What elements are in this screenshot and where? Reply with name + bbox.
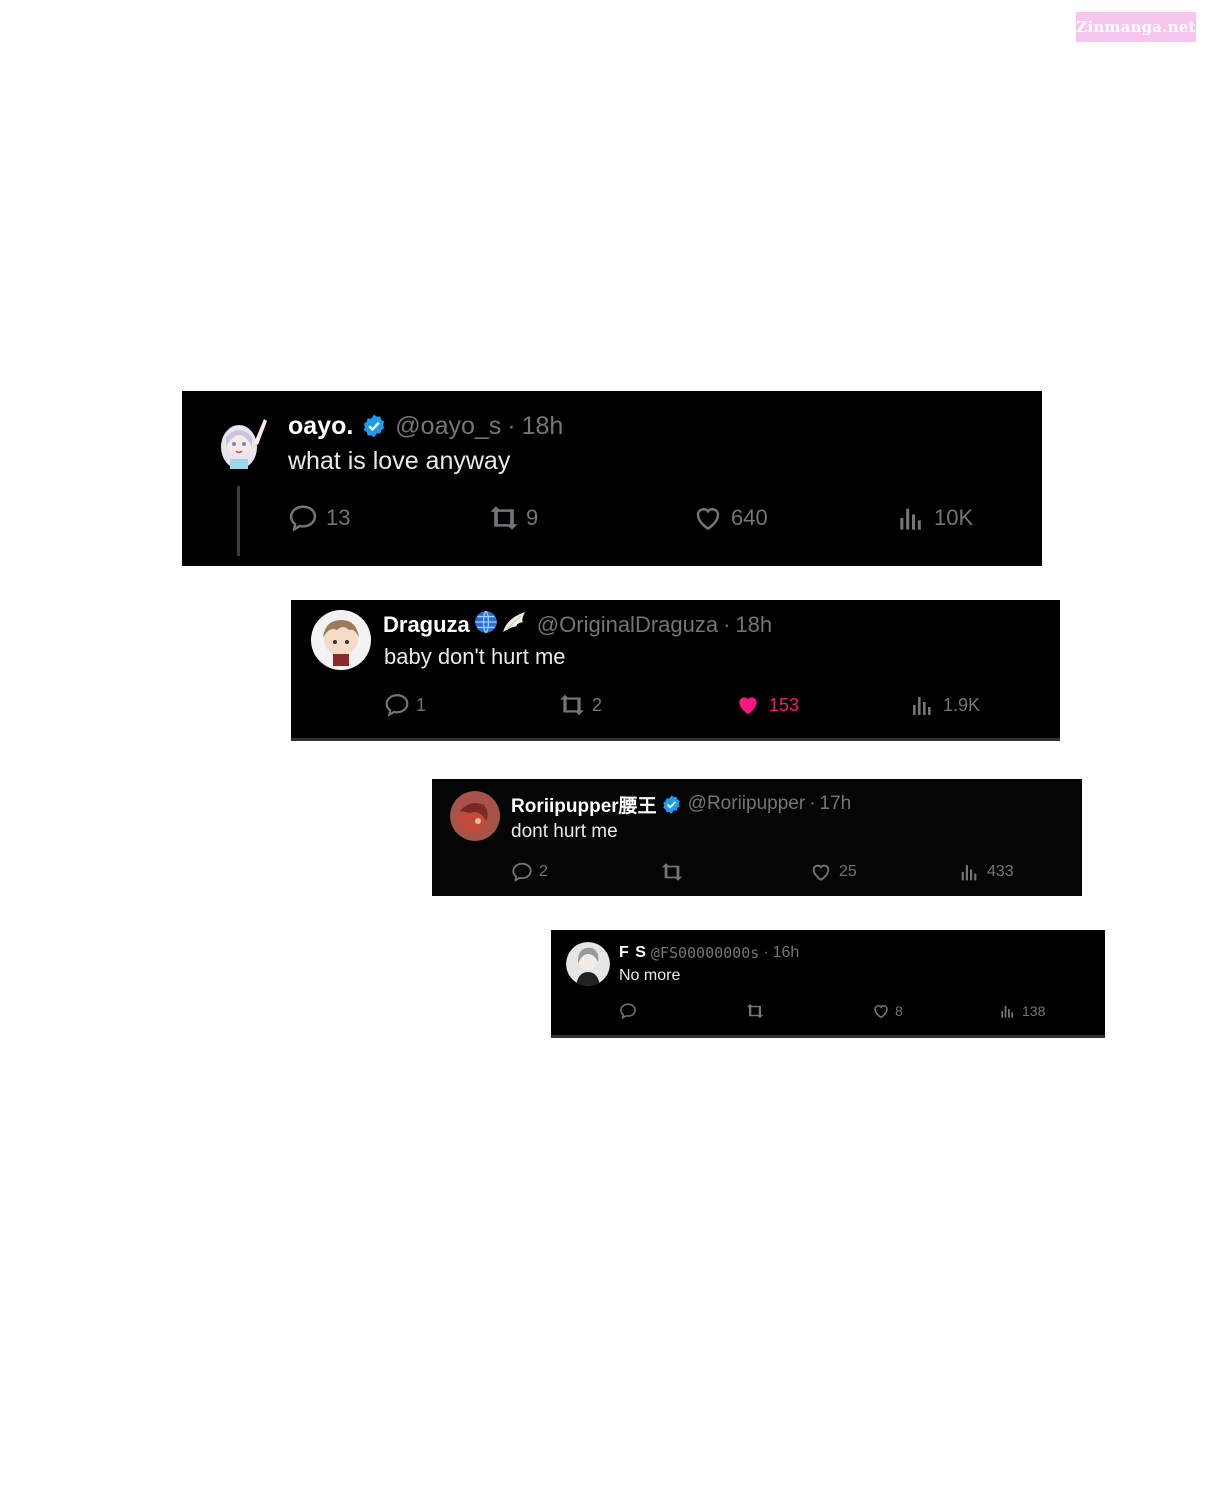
views-button[interactable]: 10K (898, 503, 973, 533)
timestamp[interactable]: 16h (773, 944, 800, 962)
like-count: 153 (769, 694, 800, 715)
action-bar: 8 138 (551, 1002, 1105, 1024)
like-button[interactable]: 640 (693, 503, 768, 533)
tweet-fs[interactable]: F S @FS00000000s · 16h No more 8 138 (551, 930, 1105, 1038)
views-icon (900, 508, 921, 530)
timestamp[interactable]: 18h (735, 612, 772, 638)
views-button[interactable]: 1.9K (911, 692, 980, 718)
tweet-header: Draguza @OriginalDraguza · 18h (383, 610, 772, 640)
like-button[interactable]: 153 (735, 692, 799, 718)
heart-icon (696, 508, 720, 531)
view-count: 10K (934, 505, 974, 530)
views-icon (913, 697, 931, 715)
tweet-draguza[interactable]: Draguza @OriginalDraguza · 18h baby don'… (291, 600, 1060, 741)
timestamp[interactable]: 17h (820, 793, 852, 815)
display-name[interactable]: Draguza (383, 612, 470, 638)
reply-button[interactable]: 1 (384, 692, 426, 718)
globe-icon (473, 609, 499, 641)
avatar[interactable] (311, 610, 371, 670)
tweet-header: Roriipupper腰王 @Roriipupper · 17h (511, 791, 851, 817)
action-bar: 2 25 433 (432, 861, 1082, 887)
like-count: 8 (895, 1003, 903, 1019)
tweet-header: F S @FS00000000s · 16h (619, 942, 799, 964)
action-bar: 13 9 640 10K (182, 501, 1042, 537)
tweet-header: oayo. @oayo_s · 18h (288, 409, 563, 443)
heart-filled-icon (739, 697, 757, 715)
retweet-button[interactable]: 9 (488, 503, 538, 533)
separator-dot: · (763, 944, 769, 961)
retweet-button[interactable] (660, 861, 690, 883)
reply-icon (512, 862, 532, 883)
separator-dot: · (809, 793, 816, 814)
retweet-icon (560, 694, 584, 716)
retweet-icon (490, 506, 518, 530)
reply-button[interactable]: 2 (511, 861, 548, 883)
views-icon (1001, 1005, 1014, 1018)
divider (551, 1035, 1105, 1038)
timestamp[interactable]: 18h (522, 412, 564, 441)
handle[interactable]: @FS00000000s (651, 944, 759, 962)
tweet-text: baby don't hurt me (384, 644, 566, 669)
heart-icon (812, 864, 830, 881)
tweet-text: what is love anyway (288, 447, 511, 475)
reply-icon (289, 505, 317, 532)
retweet-button[interactable] (745, 1002, 770, 1020)
like-button[interactable]: 25 (810, 861, 857, 883)
like-button[interactable]: 8 (872, 1002, 903, 1020)
watermark: Zinmanga.net (1076, 12, 1196, 42)
retweet-icon (661, 863, 683, 881)
display-name[interactable]: F S (619, 944, 647, 962)
verified-badge-icon (661, 794, 682, 815)
views-icon (961, 865, 977, 881)
handle[interactable]: @oayo_s (395, 412, 501, 441)
view-count: 138 (1022, 1003, 1046, 1019)
action-bar: 1 2 153 1.9K (291, 692, 1060, 722)
reply-count: 13 (326, 505, 351, 530)
retweet-count: 2 (592, 694, 603, 715)
divider (291, 738, 1060, 741)
tweet-text: dont hurt me (511, 821, 618, 842)
reply-count: 1 (416, 694, 427, 715)
like-count: 25 (839, 863, 857, 880)
reply-button[interactable]: 13 (288, 503, 350, 533)
heart-icon (874, 1005, 888, 1019)
avatar[interactable] (566, 942, 610, 986)
reply-button[interactable] (619, 1002, 642, 1020)
tweet-text: No more (619, 967, 681, 984)
views-button[interactable]: 433 (960, 861, 1014, 883)
handle[interactable]: @OriginalDraguza (537, 612, 718, 638)
handle[interactable]: @Roriipupper (688, 793, 806, 815)
separator-dot: · (723, 612, 731, 637)
verified-badge-icon (361, 413, 387, 439)
tweet-oayo[interactable]: oayo. @oayo_s · 18h what is love anyway … (182, 391, 1042, 566)
wing-icon (501, 609, 529, 641)
reply-icon (620, 1003, 636, 1020)
views-button[interactable]: 138 (1000, 1002, 1045, 1020)
display-name[interactable]: oayo. (288, 412, 353, 441)
tweet-roriipupper[interactable]: Roriipupper腰王 @Roriipupper · 17h dont hu… (432, 779, 1082, 896)
retweet-icon (746, 1003, 764, 1019)
separator-dot: · (507, 411, 516, 440)
avatar[interactable] (450, 791, 500, 841)
retweet-button[interactable]: 2 (558, 692, 602, 718)
reply-count: 2 (539, 863, 548, 880)
view-count: 433 (987, 863, 1014, 880)
view-count: 1.9K (943, 694, 981, 715)
avatar[interactable] (212, 413, 270, 471)
reply-icon (385, 694, 409, 717)
retweet-count: 9 (526, 505, 539, 530)
like-count: 640 (731, 505, 768, 530)
display-name[interactable]: Roriipupper腰王 (511, 791, 657, 818)
